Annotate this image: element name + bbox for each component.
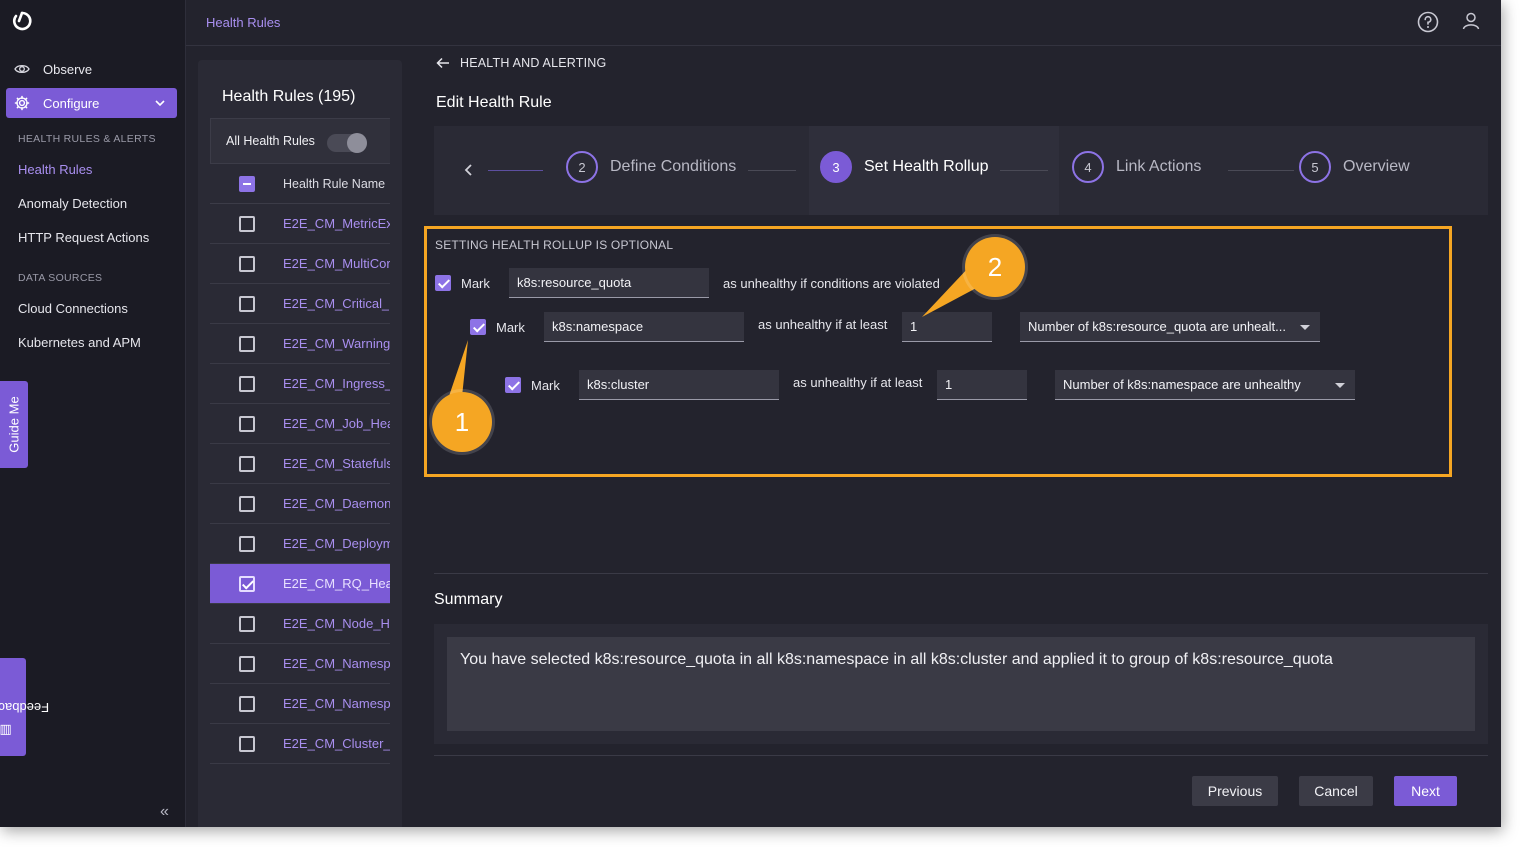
row-checkbox[interactable] — [238, 215, 255, 232]
row-checkbox[interactable] — [238, 415, 255, 432]
row-checkbox[interactable] — [238, 615, 255, 632]
cancel-button[interactable]: Cancel — [1299, 776, 1373, 806]
rule-name-link[interactable]: E2E_CM_MultiCor — [283, 256, 390, 271]
table-row[interactable]: E2E_CM_Daemon — [210, 484, 390, 524]
eye-icon — [14, 64, 30, 74]
top-bar: Health Rules — [186, 0, 1501, 46]
divider — [434, 573, 1488, 574]
row-checkbox[interactable] — [238, 455, 255, 472]
table-header: Health Rule Name — [210, 164, 390, 204]
sidebar-item-http-request-actions[interactable]: HTTP Request Actions — [18, 230, 149, 245]
rule-name-link[interactable]: E2E_CM_RQ_Hea — [283, 576, 390, 591]
help-icon[interactable] — [1417, 11, 1439, 33]
nav-configure-label: Configure — [43, 95, 100, 111]
summary-box: You have selected k8s:resource_quota in … — [434, 624, 1488, 744]
table-row[interactable]: E2E_CM_Ingress_ — [210, 364, 390, 404]
app-logo-icon[interactable] — [12, 11, 32, 31]
table-row[interactable]: E2E_CM_Deploym — [210, 524, 390, 564]
main-content: HEALTH AND ALERTING Edit Health Rule 2 D… — [414, 46, 1501, 827]
rule-name-link[interactable]: E2E_CM_Critical_ — [283, 296, 389, 311]
health-rules-table: Health Rule Name E2E_CM_MetricEx E2E_CM_M… — [210, 164, 390, 764]
gear-icon — [14, 95, 30, 111]
sidebar-item-kubernetes-apm[interactable]: Kubernetes and APM — [18, 335, 141, 350]
rule-name-link[interactable]: E2E_CM_Job_Hea — [283, 416, 390, 431]
select-all-checkbox[interactable] — [238, 175, 255, 192]
table-row[interactable]: E2E_CM_MultiCor — [210, 244, 390, 284]
callout-badge-2: 2 — [965, 237, 1025, 297]
rule-name-link[interactable]: E2E_CM_Statefuls — [283, 456, 390, 471]
breadcrumb[interactable]: Health Rules — [206, 15, 280, 30]
rule-name-link[interactable]: E2E_CM_Ingress_ — [283, 376, 390, 391]
collapse-sidebar-icon[interactable]: « — [160, 803, 169, 821]
guide-me-tab[interactable]: Guide Me — [0, 381, 28, 468]
callout-badge-1: 1 — [432, 392, 492, 452]
health-rules-title: Health Rules (195) — [222, 88, 356, 105]
divider — [434, 755, 1488, 756]
rule-name-link[interactable]: E2E_CM_Node_H — [283, 616, 390, 631]
row-checkbox[interactable] — [238, 375, 255, 392]
sidebar-item-anomaly-detection[interactable]: Anomaly Detection — [18, 196, 127, 211]
row-checkbox[interactable] — [238, 335, 255, 352]
sidebar-item-cloud-connections[interactable]: Cloud Connections — [18, 301, 128, 316]
all-health-rules-toggle-row: All Health Rules — [210, 118, 390, 164]
rule-name-link[interactable]: E2E_CM_Namesp — [283, 696, 390, 711]
nav-observe[interactable]: Observe — [0, 56, 186, 82]
toggle-knob — [347, 133, 367, 153]
summary-title: Summary — [434, 591, 503, 608]
sidebar-item-health-rules[interactable]: Health Rules — [18, 162, 92, 177]
previous-button[interactable]: Previous — [1192, 776, 1278, 806]
feedback-tab[interactable]: ▤ Feedback — [0, 658, 50, 756]
row-checkbox[interactable] — [238, 695, 255, 712]
row-checkbox[interactable] — [238, 495, 255, 512]
all-health-rules-label: All Health Rules — [226, 134, 315, 148]
row-checkbox[interactable] — [238, 295, 255, 312]
chevron-down-icon — [155, 100, 165, 107]
row-checkbox[interactable] — [238, 575, 255, 592]
table-row[interactable]: E2E_CM_Job_Hea — [210, 404, 390, 444]
row-checkbox[interactable] — [238, 655, 255, 672]
rule-name-link[interactable]: E2E_CM_Cluster_ — [283, 736, 390, 751]
row-checkbox[interactable] — [238, 535, 255, 552]
rule-name-link[interactable]: E2E_CM_Deploym — [283, 536, 390, 551]
table-row[interactable]: E2E_CM_Node_H — [210, 604, 390, 644]
section-health-rules: HEALTH RULES & ALERTS — [18, 133, 156, 145]
app-window: Observe Configure HEALTH RULES & ALERTS … — [0, 0, 1501, 827]
rule-name-link[interactable]: E2E_CM_MetricEx — [283, 216, 390, 231]
table-row[interactable]: E2E_CM_Namesp — [210, 684, 390, 724]
section-data-sources: DATA SOURCES — [18, 272, 103, 284]
feedback-text: Feedback — [0, 699, 50, 715]
summary-text: You have selected k8s:resource_quota in … — [447, 637, 1475, 731]
table-row[interactable]: E2E_CM_Namesp — [210, 644, 390, 684]
row-checkbox[interactable] — [238, 255, 255, 272]
row-checkbox[interactable] — [238, 735, 255, 752]
nav-configure[interactable]: Configure — [6, 88, 177, 118]
rule-name-link[interactable]: E2E_CM_Daemon — [283, 496, 390, 511]
guide-me-label: Guide Me — [6, 396, 22, 453]
all-health-rules-toggle[interactable] — [327, 133, 367, 153]
rule-name-link[interactable]: E2E_CM_Warning — [283, 336, 390, 351]
nav-observe-label: Observe — [43, 61, 93, 77]
health-rules-panel: Health Rules (195) All Health Rules Heal… — [198, 60, 402, 827]
table-row[interactable]: E2E_CM_Statefuls — [210, 444, 390, 484]
table-row[interactable]: E2E_CM_Critical_ — [210, 284, 390, 324]
column-header-name: Health Rule Name — [283, 176, 386, 191]
table-row[interactable]: E2E_CM_MetricEx — [210, 204, 390, 244]
next-button[interactable]: Next — [1394, 776, 1457, 806]
table-row[interactable]: E2E_CM_RQ_Hea — [210, 564, 390, 604]
user-icon[interactable] — [1461, 11, 1481, 31]
rule-name-link[interactable]: E2E_CM_Namesp — [283, 656, 390, 671]
table-row[interactable]: E2E_CM_Warning — [210, 324, 390, 364]
table-row[interactable]: E2E_CM_Cluster_ — [210, 724, 390, 764]
feedback-label: ▤ Feedback — [0, 678, 50, 736]
